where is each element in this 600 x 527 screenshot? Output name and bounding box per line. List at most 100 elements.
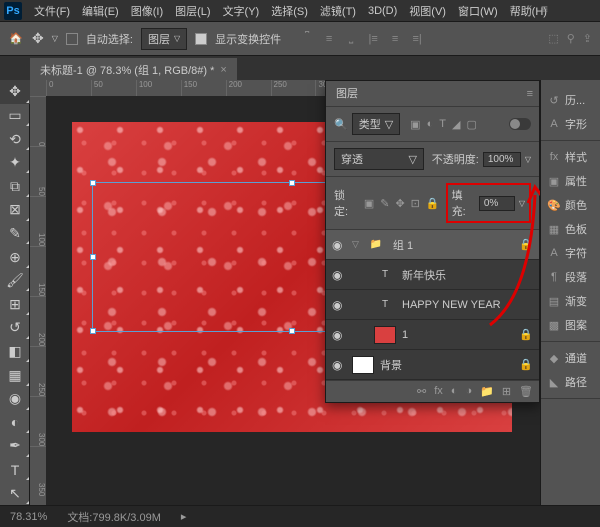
home-icon[interactable]: 🏠 [8,31,24,47]
tool-preset-chevron[interactable]: ▽ [52,34,58,43]
layer-name[interactable]: 新年快乐 [402,267,533,283]
marquee-tool[interactable]: ▭ [0,104,30,128]
layer-row-text1[interactable]: ◉ T 新年快乐 [326,260,539,290]
opacity-chevron-icon[interactable]: ▽ [525,155,531,164]
eyedropper-tool[interactable]: ✎ [0,222,30,246]
layers-panel[interactable]: 图层 ≡ 🔍 类型▽ ▣ ◐ T ◢ ▢ 穿透▽ [325,80,540,403]
adjustment-icon[interactable]: ◑ [465,385,472,398]
eraser-tool[interactable]: ◧ [0,340,30,364]
menu-view[interactable]: 视图(V) [403,3,452,19]
dock-properties[interactable]: ▣属性 [541,169,600,193]
filter-shape-icon[interactable]: ◢ [452,118,460,131]
align-bottom-icon[interactable]: ⎵ [341,29,361,49]
lock-all-icon[interactable]: 🔒 [426,197,440,210]
new-group-icon[interactable]: 📁 [480,385,494,398]
type-tool[interactable]: T [0,458,30,482]
layer-name[interactable]: HAPPY NEW YEAR [402,299,533,311]
link-layers-icon[interactable]: ⚯ [417,385,426,398]
blend-mode-dropdown[interactable]: 穿透▽ [334,148,424,170]
visibility-icon[interactable]: ◉ [332,238,346,252]
new-layer-icon[interactable]: ⊞ [502,385,511,398]
layer-name[interactable]: 1 [402,329,513,341]
menu-layer[interactable]: 图层(L) [169,3,216,19]
align-left-icon[interactable]: |≡ [363,29,383,49]
filter-pixel-icon[interactable]: ▣ [410,118,420,131]
lock-image-icon[interactable]: ✥ [395,197,404,210]
layer-row-group[interactable]: ◉ ▽ 📁 组 1 🔒 [326,230,539,260]
gradient-tool[interactable]: ▦ [0,363,30,387]
fill-input[interactable]: 0% [479,196,515,211]
visibility-icon[interactable]: ◉ [332,298,346,312]
menu-3d[interactable]: 3D(D) [362,5,403,17]
dock-paragraph[interactable]: ¶段落 [541,265,600,289]
align-top-icon[interactable]: ⎴ [297,29,317,49]
opacity-input[interactable]: 100% [483,152,521,167]
history-brush-tool[interactable]: ↺ [0,316,30,340]
handle-bottom-center[interactable] [289,328,295,334]
visibility-icon[interactable]: ◉ [332,358,346,372]
dock-patterns[interactable]: ▩图案 [541,313,600,337]
dock-channels[interactable]: ◆通道 [541,346,600,370]
visibility-icon[interactable]: ◉ [332,268,346,282]
wand-tool[interactable]: ✦ [0,151,30,175]
menu-edit[interactable]: 编辑(E) [76,3,125,19]
delete-layer-icon[interactable]: 🗑 [519,385,533,398]
filter-adjust-icon[interactable]: ◐ [427,118,434,131]
dock-character[interactable]: A字符 [541,241,600,265]
layer-name[interactable]: 组 1 [393,237,513,253]
layer-name[interactable]: 背景 [380,357,513,373]
layer-row-image[interactable]: ◉ 1 🔒 [326,320,539,350]
fill-chevron-icon[interactable]: ▽ [519,199,525,208]
dock-swatches[interactable]: ▦色板 [541,217,600,241]
visibility-icon[interactable]: ◉ [332,328,346,342]
lock-icon[interactable]: 🔒 [519,328,533,341]
brush-tool[interactable]: 🖌 [0,269,30,293]
fx-icon[interactable]: fx [434,385,443,398]
share-icon[interactable]: ⇪ [583,32,592,45]
filter-type-icon[interactable]: T [439,118,446,131]
move-tool[interactable]: ✥ [0,80,30,104]
align-hcenter-icon[interactable]: ≡ [385,29,405,49]
menu-type[interactable]: 文字(Y) [217,3,266,19]
ruler-origin[interactable] [30,80,46,96]
handle-mid-left[interactable] [90,254,96,260]
menu-image[interactable]: 图像(I) [125,3,169,19]
doc-info[interactable]: 文档:799.8K/3.09M [67,509,161,525]
zoom-level[interactable]: 78.31% [10,511,47,523]
filter-toggle[interactable] [509,118,531,130]
blur-tool[interactable]: ◉ [0,387,30,411]
dock-history[interactable]: ↺历... [541,88,600,112]
filter-type-dropdown[interactable]: 类型▽ [352,113,400,135]
dock-paths[interactable]: ◣路径 [541,370,600,394]
panel-menu-icon[interactable]: ≡ [521,84,539,104]
auto-select-dropdown[interactable]: 图层▽ [141,28,187,50]
menu-filter[interactable]: 滤镜(T) [314,3,362,19]
search-icon[interactable]: ⚲ [567,32,575,45]
path-tool[interactable]: ↖ [0,481,30,505]
show-transform-checkbox[interactable]: ✓ [195,33,207,45]
auto-select-checkbox[interactable] [66,33,78,45]
crop-tool[interactable]: ⧉ [0,174,30,198]
healing-tool[interactable]: ⊕ [0,245,30,269]
3d-mode-icon[interactable]: ⬚ [548,32,558,45]
lock-icon[interactable]: 🔒 [519,358,533,371]
layer-row-text2[interactable]: ◉ T HAPPY NEW YEAR [326,290,539,320]
lock-artboard-icon[interactable]: ⊡ [411,197,420,210]
dock-color[interactable]: 🎨颜色 [541,193,600,217]
stamp-tool[interactable]: ⊞ [0,292,30,316]
mask-icon[interactable]: ◐ [451,385,458,398]
lock-icon[interactable]: 🔒 [519,238,533,251]
layers-tab[interactable]: 图层 [326,81,368,106]
document-tab[interactable]: 未标题-1 @ 78.3% (组 1, RGB/8#) * × [30,58,237,82]
dodge-tool[interactable]: ◐ [0,411,30,435]
handle-top-center[interactable] [289,180,295,186]
filter-icon[interactable]: 🔍 [334,118,348,131]
frame-tool[interactable]: ⊠ [0,198,30,222]
layer-thumbnail[interactable] [374,326,396,344]
close-doc-icon[interactable]: × [220,64,226,76]
layer-row-background[interactable]: ◉ 背景 🔒 [326,350,539,380]
lasso-tool[interactable]: ⟲ [0,127,30,151]
filter-smart-icon[interactable]: ▢ [466,118,476,131]
dock-gradients[interactable]: ▤渐变 [541,289,600,313]
menu-select[interactable]: 选择(S) [265,3,314,19]
